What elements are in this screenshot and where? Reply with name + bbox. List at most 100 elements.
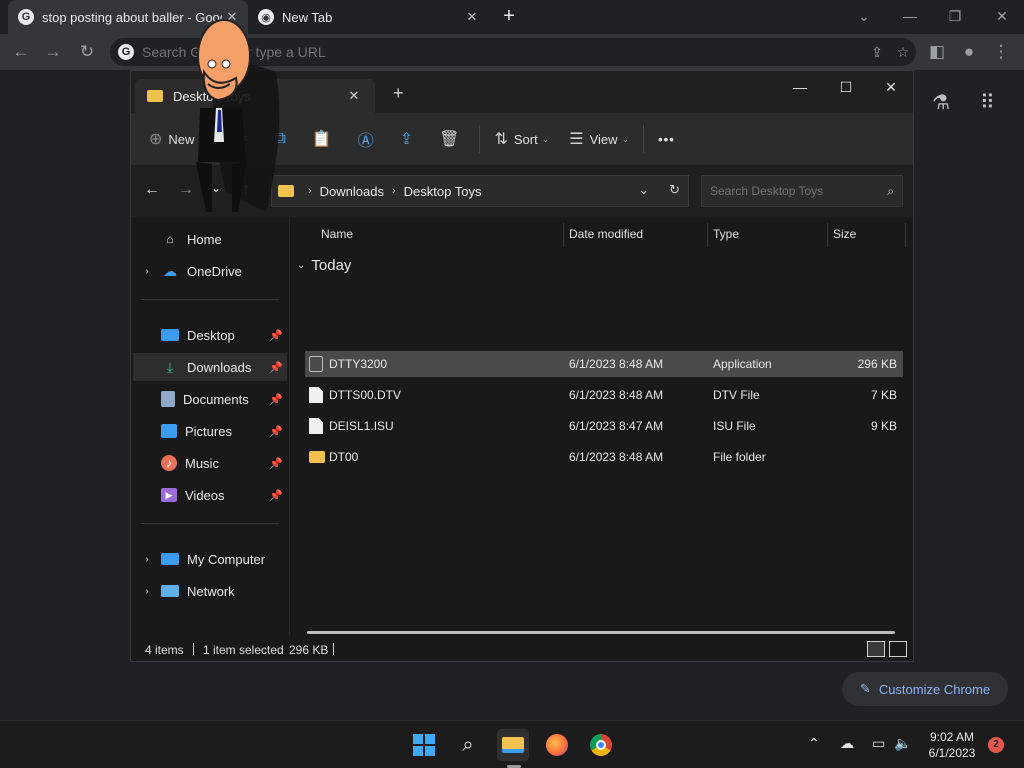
folder-icon [502,737,524,753]
close-window-icon[interactable]: ✕ [990,4,1014,28]
view-button[interactable]: ☰ View ⌄ [559,123,639,155]
back-icon[interactable]: ← [141,181,163,199]
column-header-size[interactable]: Size [827,217,905,251]
minimize-icon[interactable]: — [785,75,815,99]
start-button[interactable] [408,729,440,761]
share-icon[interactable]: ⇪ [864,39,890,65]
search-icon[interactable]: ⌕ [452,729,484,761]
divider [141,299,279,300]
address-history-icon[interactable]: ⌄ [638,182,649,198]
video-icon: ▶ [161,488,177,502]
details-view-icon[interactable] [867,641,885,657]
close-tab-icon[interactable]: ✕ [343,88,365,104]
nav-label: Videos [185,487,225,503]
chrome-menu-icon[interactable]: ⋮ [988,39,1014,65]
tiles-view-icon[interactable] [889,641,907,657]
tab-search-icon[interactable]: ⌄ [852,4,876,28]
apps-grid-icon[interactable]: ⠿ [980,90,995,115]
breadcrumb-downloads[interactable]: Downloads [320,184,384,199]
firefox-icon[interactable] [541,729,573,761]
chrome-icon[interactable] [585,729,617,761]
show-hidden-icons-icon[interactable]: ⌃ [808,735,820,752]
close-tab-icon[interactable]: ✕ [462,7,482,27]
share-icon: ⇪ [399,131,414,148]
notification-badge[interactable]: 2 [988,737,1004,753]
close-window-icon[interactable]: ✕ [876,75,906,99]
back-icon[interactable]: ← [8,39,34,65]
reload-icon[interactable]: ↻ [74,39,100,65]
nav-item-network[interactable]: › Network [133,577,287,605]
labs-flask-icon[interactable]: ⚗ [932,90,950,115]
bookmark-star-icon[interactable]: ☆ [890,39,916,65]
nav-item-desktop[interactable]: Desktop 📌 [133,321,287,349]
nav-item-pictures[interactable]: Pictures 📌 [133,417,287,445]
horizontal-scrollbar[interactable] [307,631,895,634]
forward-icon[interactable]: → [40,39,66,65]
chevron-right-icon[interactable]: › [133,586,161,597]
pin-icon[interactable]: 📌 [269,361,283,374]
volume-icon[interactable]: 🔈 [894,735,911,752]
clock[interactable]: 9:02 AM 6/1/2023 [920,729,984,761]
search-box[interactable]: ⌕ [701,175,903,207]
nav-item-videos[interactable]: ▶ Videos 📌 [133,481,287,509]
pin-icon[interactable]: 📌 [269,329,283,342]
selection-count: 1 item selected [203,643,284,657]
nav-item-music[interactable]: ♪ Music 📌 [133,449,287,477]
restore-icon[interactable]: ❐ [943,4,967,28]
profile-icon[interactable]: ● [956,39,982,65]
share-button[interactable]: ⇪ [390,123,429,155]
explorer-new-tab-button[interactable]: + [393,83,404,104]
file-row[interactable]: DTTS00.DTV 6/1/2023 8:48 AM DTV File 7 K… [305,382,903,408]
status-bar: 4 items 1 item selected 296 KB [131,637,913,661]
file-row[interactable]: DT00 6/1/2023 8:48 AM File folder [305,444,903,470]
column-header-name[interactable]: Name [315,217,563,251]
chrome-tab-strip: G stop posting about baller - Google ✕ ◉… [0,0,1024,34]
column-header-date-modified[interactable]: Date modified [563,217,707,251]
chevron-right-icon[interactable]: › [133,554,161,565]
column-divider[interactable] [905,223,906,247]
paste-button[interactable]: 📋 [302,123,348,155]
pin-icon[interactable]: 📌 [269,489,283,502]
breadcrumb-desktop-toys[interactable]: Desktop Toys [404,184,482,199]
side-panel-icon[interactable]: ◧ [924,39,950,65]
search-input[interactable] [710,184,888,198]
nav-item-documents[interactable]: Documents 📌 [133,385,287,413]
network-icon[interactable]: ▭ [872,735,885,752]
folder-icon [147,90,163,102]
delete-button[interactable]: 🗑 [429,123,475,155]
chevron-down-icon: ⌄ [541,133,550,144]
nav-item-onedrive[interactable]: › ☁ OneDrive [133,257,287,285]
group-header-today[interactable]: ⌄ Today [297,257,351,274]
cloud-offline-icon[interactable]: ☁ [840,735,854,752]
refresh-icon[interactable]: ↻ [669,182,680,198]
address-bar[interactable]: › Downloads › Desktop Toys ⌄ ↻ [271,175,689,207]
pin-icon[interactable]: 📌 [269,457,283,470]
rename-button[interactable]: Ⓐ [348,123,390,155]
sort-button[interactable]: ⇅ Sort ⌄ [484,123,559,155]
pin-icon[interactable]: 📌 [269,393,283,406]
more-label: ••• [658,131,675,147]
file-explorer-taskbar-icon[interactable] [497,729,529,761]
minimize-icon[interactable]: — [898,4,922,28]
pane-splitter[interactable] [289,217,290,635]
file-icon [309,418,323,434]
nav-item-downloads[interactable]: ⤓ Downloads 📌 [133,353,287,381]
pin-icon[interactable]: 📌 [269,425,283,438]
new-tab-button[interactable]: + [498,6,520,28]
view-list-icon: ☰ [569,131,584,148]
home-icon: ⌂ [166,232,174,246]
nav-label: Music [185,455,219,471]
sort-icon: ⇅ [494,131,508,148]
desktop-toy-caricature[interactable] [176,12,296,232]
customize-label: Customize Chrome [878,681,991,697]
clock-date: 6/1/2023 [928,746,976,760]
maximize-icon[interactable]: ☐ [831,75,861,99]
more-options-button[interactable]: ••• [648,123,685,155]
file-row[interactable]: DEISL1.ISU 6/1/2023 8:47 AM ISU File 9 K… [305,413,903,439]
item-count: 4 items [145,643,184,657]
chevron-right-icon[interactable]: › [133,266,161,277]
column-header-type[interactable]: Type [707,217,827,251]
nav-item-my-computer[interactable]: › My Computer [133,545,287,573]
file-row[interactable]: DTTY3200 6/1/2023 8:48 AM Application 29… [305,351,903,377]
customize-chrome-button[interactable]: ✎ Customize Chrome [842,672,1008,706]
